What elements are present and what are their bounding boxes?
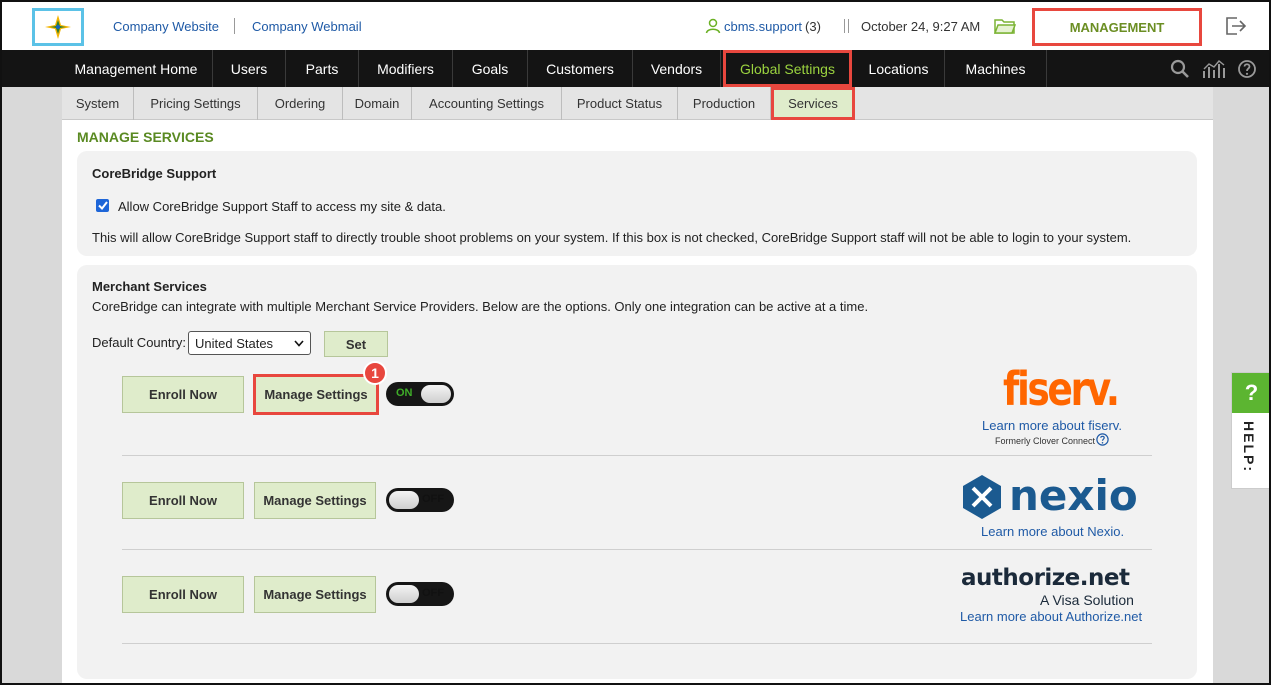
fiserv-logo: fiserv. [1003,362,1120,416]
enroll-now-button-authorize[interactable]: Enroll Now [122,576,244,613]
nav-goals[interactable]: Goals [453,50,528,87]
tab-system[interactable]: System [62,87,134,120]
sub-nav: System Pricing Settings Ordering Domain … [62,87,1213,120]
authorize-net-logo: authorize.net [961,565,1130,591]
tab-production[interactable]: Production [678,87,771,120]
help-circle-icon[interactable] [1237,59,1257,79]
user-name: cbms.support [724,18,803,34]
default-country-select[interactable]: United States [188,331,311,355]
nav-machines[interactable]: Machines [945,50,1047,87]
step-badge: 1 [363,361,387,385]
company-website-link[interactable]: Company Website [113,19,219,34]
tab-services[interactable]: Services [771,87,855,120]
nav-vendors[interactable]: Vendors [633,50,721,87]
nav-parts[interactable]: Parts [286,50,359,87]
tab-accounting-settings[interactable]: Accounting Settings [412,87,562,120]
support-access-label: Allow CoreBridge Support Staff to access… [118,199,446,214]
manage-settings-button-authorize[interactable]: Manage Settings [254,576,376,613]
nexio-logo-icon [963,475,1001,519]
enroll-now-button-fiserv[interactable]: Enroll Now [122,376,244,413]
tab-product-status[interactable]: Product Status [562,87,678,120]
company-logo[interactable] [32,8,84,46]
main-content: MANAGE SERVICES CoreBridge Support Allow… [62,120,1213,683]
help-question-icon: ? [1232,373,1269,413]
help-tab[interactable]: ? HELP: [1231,372,1269,489]
current-datetime: October 24, 9:27 AM [861,19,981,34]
nexio-toggle[interactable]: OFF [386,488,454,512]
nav-users[interactable]: Users [213,50,286,87]
folder-icon[interactable] [994,17,1016,35]
support-description: This will allow CoreBridge Support staff… [92,230,1132,245]
logout-icon[interactable] [1225,16,1247,36]
merchant-panel: Merchant Services CoreBridge can integra… [77,265,1197,679]
help-label: HELP: [1241,421,1257,473]
management-button[interactable]: MANAGEMENT [1032,8,1202,46]
enroll-now-button-nexio[interactable]: Enroll Now [122,482,244,519]
company-logo-icon [45,15,71,39]
support-panel: CoreBridge Support Allow CoreBridge Supp… [77,151,1197,256]
authorize-toggle-label: OFF [422,587,444,599]
manage-settings-button-nexio[interactable]: Manage Settings [254,482,376,519]
info-circle-icon[interactable] [1096,433,1109,446]
user-icon [705,18,721,34]
row-divider [122,549,1152,550]
app-frame: Company Website Company Webmail cbms.sup… [0,0,1271,685]
top-double-separator [844,19,849,33]
main-nav: Management Home Users Parts Modifiers Go… [2,50,1269,87]
nav-locations[interactable]: Locations [853,50,945,87]
toggle-knob [421,385,451,403]
tab-pricing-settings[interactable]: Pricing Settings [134,87,258,120]
merchant-description: CoreBridge can integrate with multiple M… [92,299,869,314]
authorize-toggle[interactable]: OFF [386,582,454,606]
top-bar: Company Website Company Webmail cbms.sup… [2,2,1269,50]
row-divider [122,643,1152,644]
nexio-toggle-label: OFF [422,493,444,505]
authorize-tagline: A Visa Solution [1040,592,1134,608]
set-country-button[interactable]: Set [324,331,388,357]
toggle-knob [389,585,419,603]
user-count: (3) [805,18,821,34]
nav-modifiers[interactable]: Modifiers [359,50,453,87]
toggle-knob [389,491,419,509]
fiserv-note: Formerly Clover Connect [995,436,1096,446]
nexio-logo: nexio [1009,471,1138,520]
nav-global-settings[interactable]: Global Settings [723,50,852,87]
nav-management-home[interactable]: Management Home [60,50,213,87]
fiserv-learn-more-link[interactable]: Learn more about fiserv. [982,418,1122,433]
checkmark-icon [97,201,108,210]
default-country-label: Default Country: [92,335,186,350]
fiserv-toggle-label: ON [396,387,413,399]
support-access-checkbox[interactable] [96,199,109,212]
support-heading: CoreBridge Support [92,166,217,181]
row-divider [122,455,1152,456]
search-icon[interactable] [1170,59,1190,79]
authorize-learn-more-link[interactable]: Learn more about Authorize.net [960,609,1142,624]
tab-domain[interactable]: Domain [343,87,412,120]
user-menu[interactable]: cbms.support (3) [705,18,821,34]
top-separator [234,18,235,34]
analytics-icon[interactable] [1202,59,1226,79]
fiserv-toggle[interactable]: ON [386,382,454,406]
merchant-heading: Merchant Services [92,279,207,294]
chevron-down-icon [294,339,304,347]
page-title: MANAGE SERVICES [77,129,214,145]
nexio-learn-more-link[interactable]: Learn more about Nexio. [981,524,1124,539]
company-webmail-link[interactable]: Company Webmail [252,19,362,34]
default-country-value: United States [195,335,274,351]
tab-ordering[interactable]: Ordering [258,87,343,120]
nav-customers[interactable]: Customers [528,50,633,87]
manage-settings-button-fiserv[interactable]: Manage Settings [253,374,379,415]
